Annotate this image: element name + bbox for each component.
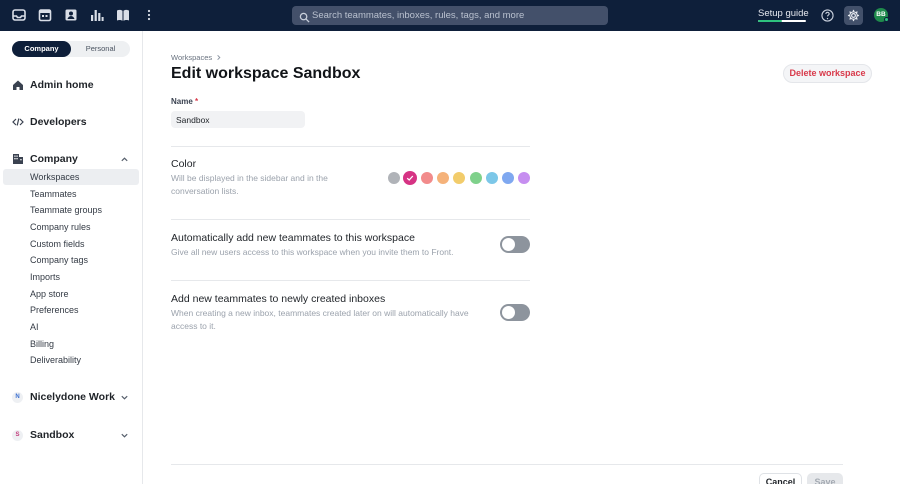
workspace-name-input[interactable]: [171, 111, 305, 128]
toggle-knob: [502, 306, 515, 319]
search-icon: [299, 10, 310, 23]
global-search[interactable]: [292, 6, 608, 25]
color-swatch[interactable]: [453, 172, 466, 184]
save-button[interactable]: Save: [807, 473, 843, 484]
settings-button[interactable]: [844, 6, 863, 25]
color-section-description: Will be displayed in the sidebar and in …: [171, 173, 328, 196]
sidebar-item-app-store[interactable]: App store: [3, 286, 139, 302]
page-title: Edit workspace Sandbox: [171, 65, 361, 82]
color-swatch[interactable]: [502, 172, 515, 184]
scope-personal-tab[interactable]: Personal: [71, 41, 130, 57]
more-vertical-icon[interactable]: [142, 8, 156, 22]
chevron-right-icon: [217, 54, 221, 61]
top-bar: Setup guide BB: [0, 0, 900, 31]
knowledge-base-icon[interactable]: [116, 8, 130, 22]
new-inboxes-section-description: When creating a new inbox, teammates cre…: [171, 308, 469, 331]
chevron-up-icon[interactable]: [120, 155, 129, 164]
scope-company-tab[interactable]: Company: [12, 41, 71, 57]
section-divider: [171, 146, 530, 147]
chevron-down-icon[interactable]: [120, 431, 129, 440]
sidebar-item-company-rules[interactable]: Company rules: [3, 219, 139, 235]
nav-company-label: Company: [30, 153, 78, 165]
name-label-text: Name: [171, 97, 193, 106]
sidebar-item-preferences[interactable]: Preferences: [3, 302, 139, 318]
new-inboxes-section-title: Add new teammates to newly created inbox…: [171, 293, 386, 305]
color-swatch[interactable]: [403, 171, 418, 185]
toggle-knob: [502, 238, 515, 251]
code-icon: [12, 116, 24, 128]
new-inboxes-toggle[interactable]: [500, 304, 530, 321]
online-status-dot: [884, 17, 889, 22]
section-divider: [171, 280, 530, 281]
setup-guide-link[interactable]: Setup guide: [758, 8, 809, 19]
sidebar-item-imports[interactable]: Imports: [3, 269, 139, 285]
sidebar-item-custom-fields[interactable]: Custom fields: [3, 236, 139, 252]
workspace-badge: S: [12, 430, 23, 441]
auto-add-section-title: Automatically add new teammates to this …: [171, 232, 415, 244]
analytics-icon[interactable]: [90, 8, 104, 22]
color-swatch[interactable]: [518, 172, 531, 184]
sidebar-item-billing[interactable]: Billing: [3, 336, 139, 352]
breadcrumb: Workspaces: [171, 53, 222, 62]
delete-workspace-button[interactable]: Delete workspace: [783, 64, 872, 83]
nav-developers-label: Developers: [30, 116, 87, 128]
auto-add-toggle[interactable]: [500, 236, 530, 253]
help-icon[interactable]: [821, 9, 834, 22]
sidebar-item-deliverability[interactable]: Deliverability: [3, 352, 139, 368]
sidebar-item-teammate-groups[interactable]: Teammate groups: [3, 202, 139, 218]
auto-add-section-description: Give all new users access to this worksp…: [171, 247, 454, 257]
workspace-nicelydone[interactable]: Nicelydone Workspace: [30, 391, 115, 403]
sidebar-item-teammates[interactable]: Teammates: [3, 186, 139, 202]
building-icon: [12, 153, 24, 165]
color-swatch[interactable]: [469, 172, 482, 184]
color-swatch[interactable]: [485, 172, 498, 184]
search-input[interactable]: [312, 6, 602, 25]
setup-guide-progress: [758, 20, 806, 22]
workspace-sandbox[interactable]: Sandbox: [30, 429, 115, 441]
sidebar-item-ai[interactable]: AI: [3, 319, 139, 335]
gear-icon: [847, 9, 860, 22]
required-marker: *: [195, 97, 199, 106]
workspace-badge: N: [12, 392, 23, 403]
sidebar-item-workspaces[interactable]: Workspaces: [3, 169, 139, 185]
check-icon: [407, 175, 414, 181]
nav-admin-home-label: Admin home: [30, 79, 94, 91]
nav-admin-home[interactable]: Admin home: [12, 77, 94, 93]
section-divider: [171, 219, 530, 220]
sidebar-item-company-tags[interactable]: Company tags: [3, 252, 139, 268]
breadcrumb-workspaces-link[interactable]: Workspaces: [171, 53, 212, 62]
nav-company[interactable]: Company: [12, 151, 78, 167]
footer-divider: [171, 464, 843, 465]
inbox-icon[interactable]: [12, 8, 26, 22]
nav-developers[interactable]: Developers: [12, 114, 87, 130]
color-swatch[interactable]: [436, 172, 449, 184]
chevron-down-icon[interactable]: [120, 393, 129, 402]
home-icon: [12, 79, 24, 91]
cancel-button[interactable]: Cancel: [759, 473, 802, 484]
color-swatch[interactable]: [420, 172, 433, 184]
color-section-title: Color: [171, 158, 197, 170]
contacts-icon[interactable]: [64, 8, 78, 22]
admin-sidebar: Company Personal Admin home Developers C…: [0, 31, 143, 484]
color-swatch[interactable]: [388, 172, 400, 184]
name-field-label: Name *: [171, 97, 198, 106]
scope-switch: Company Personal: [12, 41, 130, 57]
calendar-icon[interactable]: [38, 8, 52, 22]
